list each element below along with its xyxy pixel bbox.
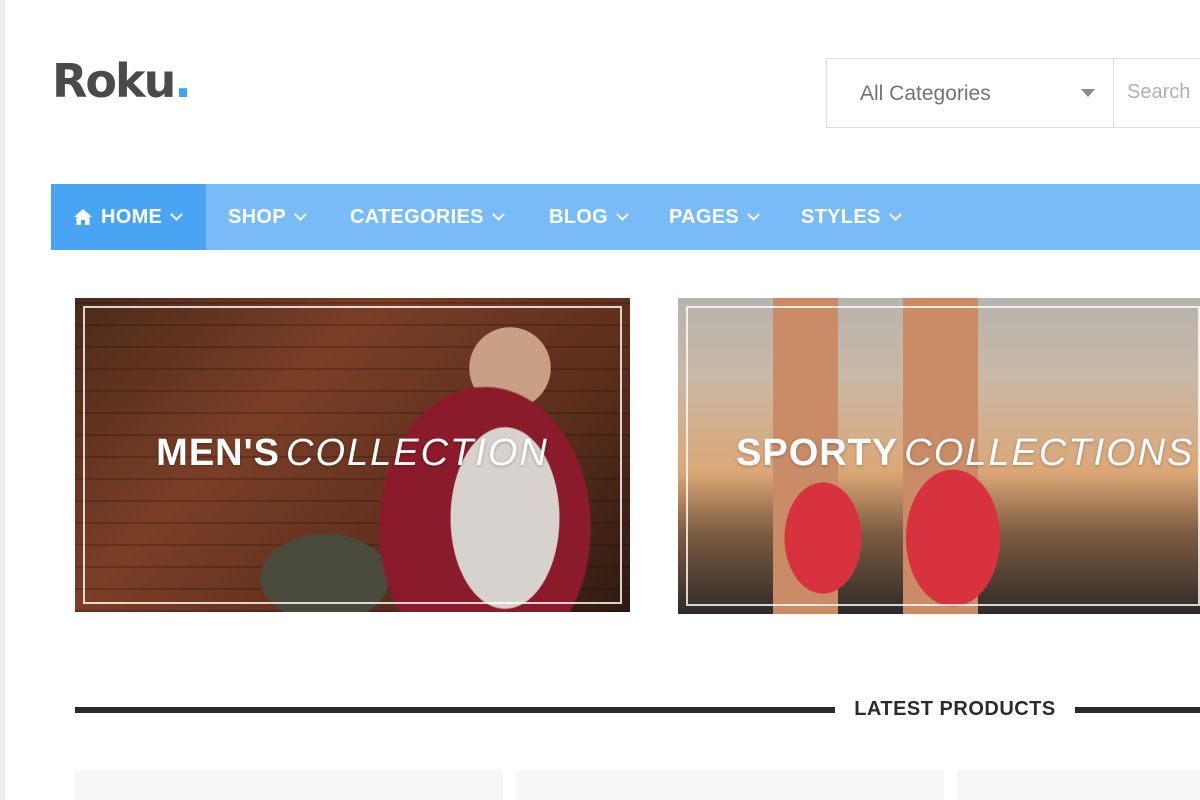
banner-title-italic: COLLECTIONS [904, 432, 1195, 474]
product-card[interactable] [516, 770, 944, 800]
banner-title-bold: SPORTY [736, 432, 899, 474]
product-card[interactable] [957, 770, 1200, 800]
brand-logo[interactable]: Roku. [52, 58, 192, 104]
main-nav: HOME SHOP CATEGORIES BLOG PAGES STYLES [51, 184, 1200, 250]
nav-item-label: PAGES [669, 205, 740, 228]
nav-item-blog[interactable]: BLOG [549, 184, 629, 250]
nav-item-label: SHOP [228, 205, 286, 228]
banner-title-bold: MEN'S [156, 432, 280, 474]
chevron-down-icon [747, 208, 760, 221]
nav-item-label: STYLES [801, 205, 881, 228]
page-edge [0, 0, 5, 800]
section-title: LATEST PRODUCTS [854, 698, 1056, 720]
nav-item-label: HOME [101, 205, 163, 228]
chevron-down-icon [616, 208, 629, 221]
category-select-value: All Categories [860, 82, 991, 105]
sporty-collections-banner[interactable]: SPORTY COLLECTIONS [678, 298, 1200, 614]
product-card[interactable] [75, 770, 503, 800]
caret-down-icon [1081, 89, 1095, 97]
section-divider-right [1075, 707, 1200, 713]
nav-item-styles[interactable]: STYLES [801, 184, 902, 250]
chevron-down-icon [294, 208, 307, 221]
nav-item-home[interactable]: HOME [51, 184, 206, 250]
brand-dot: . [174, 54, 192, 108]
nav-item-label: BLOG [549, 205, 608, 228]
banner-title: SPORTY COLLECTIONS [736, 434, 1194, 472]
category-select[interactable]: All Categories [827, 59, 1114, 127]
home-icon [74, 209, 92, 225]
search-bar: All Categories [826, 58, 1200, 128]
nav-item-label: CATEGORIES [350, 205, 484, 228]
chevron-down-icon [491, 208, 505, 221]
section-divider-left [75, 707, 835, 713]
brand-name: Roku [52, 54, 176, 108]
mens-collection-banner[interactable]: MEN'S COLLECTION [75, 298, 630, 612]
chevron-down-icon [170, 208, 184, 221]
nav-item-categories[interactable]: CATEGORIES [350, 184, 505, 250]
nav-item-shop[interactable]: SHOP [228, 184, 307, 250]
chevron-down-icon [888, 208, 902, 221]
search-input[interactable] [1117, 59, 1200, 125]
nav-item-pages[interactable]: PAGES [669, 184, 760, 250]
banner-title: MEN'S COLLECTION [75, 434, 630, 472]
banner-title-italic: COLLECTION [286, 432, 549, 474]
